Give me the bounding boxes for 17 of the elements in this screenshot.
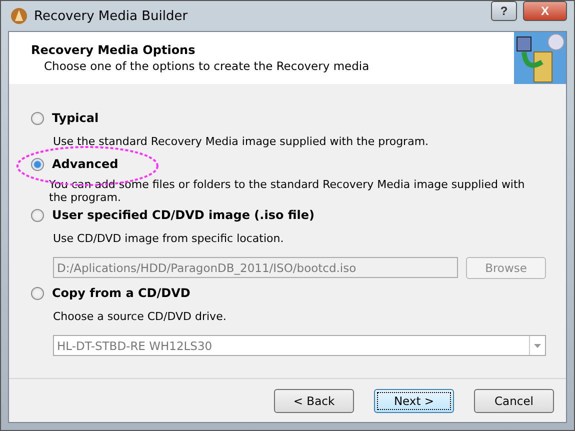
app-icon: [10, 7, 28, 25]
option-description: Choose a source CD/DVD drive.: [52, 310, 228, 323]
option-label[interactable]: Typical: [52, 111, 99, 125]
media-builder-logo-icon: [514, 32, 566, 84]
option-label[interactable]: Advanced: [52, 157, 118, 171]
header-subtitle: Choose one of the options to create the Recovery media: [43, 59, 370, 73]
option-description: Use the standard Recovery Media image supplied with the program.: [52, 135, 430, 148]
radio-button[interactable]: [31, 112, 44, 124]
wizard-button[interactable]: < Back: [274, 388, 354, 412]
header-title: Recovery Media Options: [31, 43, 196, 57]
option-description: Use CD/DVD image from specific location.: [52, 232, 285, 245]
wizard-button[interactable]: Next >: [374, 388, 454, 412]
help-button[interactable]: ?: [491, 1, 517, 21]
radio-button[interactable]: [31, 158, 44, 170]
wizard-button[interactable]: Cancel: [474, 388, 554, 412]
dropdown-arrow-icon: [534, 344, 541, 348]
window-title: Recovery Media Builder: [34, 8, 189, 24]
